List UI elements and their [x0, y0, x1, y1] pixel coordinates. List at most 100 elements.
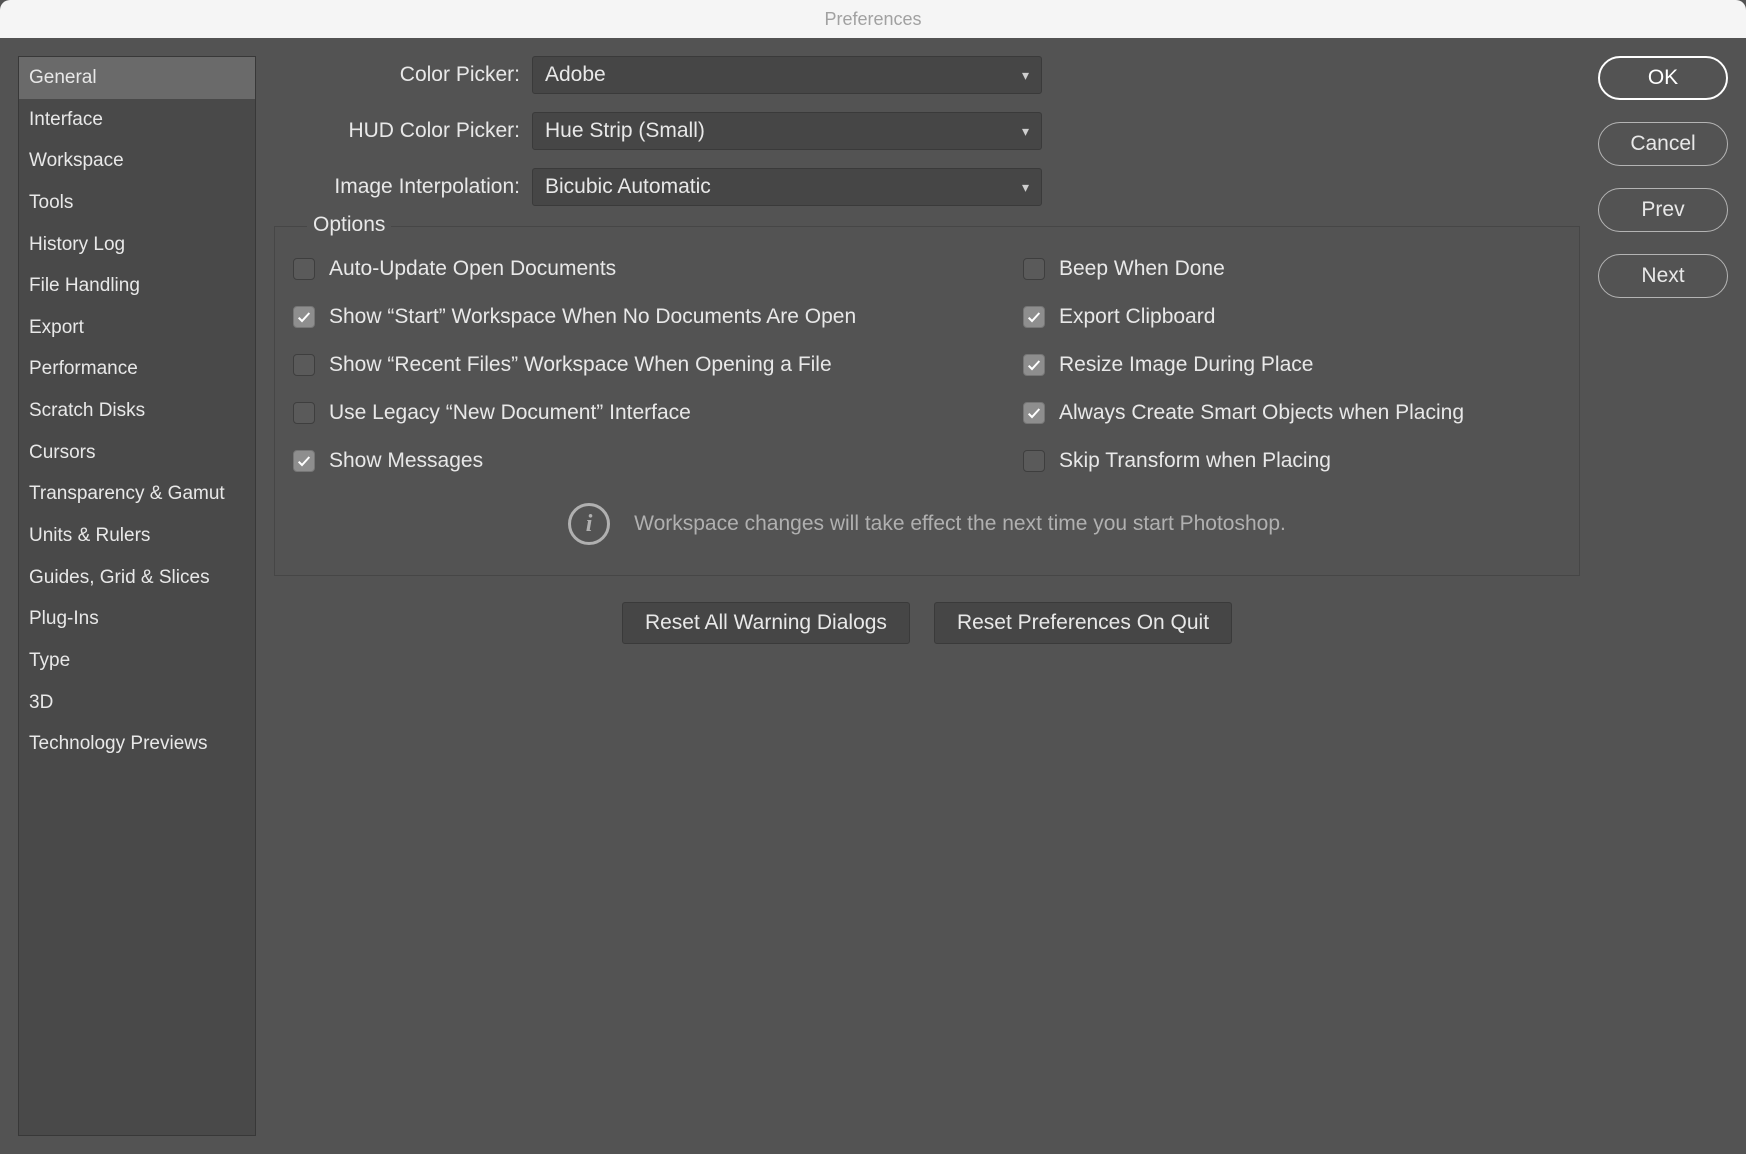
options-column-left: Auto-Update Open Documents Show “Start” W… [293, 257, 993, 473]
checkbox-label: Resize Image During Place [1059, 353, 1313, 377]
sidebar-item-scratch-disks[interactable]: Scratch Disks [19, 390, 255, 432]
window-title: Preferences [824, 9, 921, 30]
main-panel: Color Picker: Adobe ▾ HUD Color Picker: … [274, 56, 1580, 1136]
option-use-legacy-new-document-interface: Use Legacy “New Document” Interface [293, 401, 993, 425]
check-icon [1026, 357, 1042, 373]
hud-color-picker-label: HUD Color Picker: [274, 119, 532, 143]
content-area: General Interface Workspace Tools History Lo… [0, 38, 1746, 1154]
sidebar-item-performance[interactable]: Performance [19, 348, 255, 390]
sidebar-item-file-handling[interactable]: File Handling [19, 265, 255, 307]
checkbox-label: Show Messages [329, 449, 483, 473]
option-show-recent-files-workspace-when-opening-a-file: Show “Recent Files” Workspace When Openi… [293, 353, 993, 377]
check-icon [1026, 309, 1042, 325]
chevron-down-icon: ▾ [1022, 67, 1029, 84]
sidebar-item-export[interactable]: Export [19, 307, 255, 349]
sidebar-item-general[interactable]: General [19, 57, 255, 99]
sidebar-item-workspace[interactable]: Workspace [19, 140, 255, 182]
sidebar-item-label: Interface [29, 109, 103, 130]
option-auto-update-open-documents: Auto-Update Open Documents [293, 257, 993, 281]
checkbox-label: Show “Recent Files” Workspace When Openi… [329, 353, 832, 377]
sidebar-item-label: General [29, 67, 97, 88]
sidebar-item-units-rulers[interactable]: Units & Rulers [19, 515, 255, 557]
hud-color-picker-select[interactable]: Hue Strip (Small) ▾ [532, 112, 1042, 150]
category-sidebar: General Interface Workspace Tools History Lo… [18, 56, 256, 1136]
sidebar-item-label: File Handling [29, 275, 140, 296]
hud-color-picker-row: HUD Color Picker: Hue Strip (Small) ▾ [274, 112, 1580, 150]
check-icon [296, 309, 312, 325]
sidebar-item-label: Technology Previews [29, 733, 207, 754]
options-grid: Auto-Update Open Documents Show “Start” W… [293, 257, 1561, 473]
color-picker-row: Color Picker: Adobe ▾ [274, 56, 1580, 94]
sidebar-item-label: Transparency & Gamut [29, 483, 225, 504]
prev-button[interactable]: Prev [1598, 188, 1728, 232]
info-row: i Workspace changes will take effect the… [293, 503, 1561, 545]
sidebar-item-transparency-gamut[interactable]: Transparency & Gamut [19, 473, 255, 515]
sidebar-item-label: Cursors [29, 442, 96, 463]
checkbox[interactable] [293, 306, 315, 328]
image-interpolation-label: Image Interpolation: [274, 175, 532, 199]
options-fieldset: Options Auto-Update Open DocumentsShow “… [274, 226, 1580, 576]
sidebar-item-3d[interactable]: 3D [19, 682, 255, 724]
option-skip-transform-when-placing: Skip Transform when Placing [1023, 449, 1561, 473]
sidebar-item-technology-previews[interactable]: Technology Previews [19, 723, 255, 765]
checkbox[interactable] [1023, 258, 1045, 280]
info-text: Workspace changes will take effect the n… [634, 512, 1286, 536]
checkbox[interactable] [1023, 402, 1045, 424]
options-column-right: Beep When Done Export Clipboard Resize Ima… [1023, 257, 1561, 473]
image-interpolation-value: Bicubic Automatic [545, 175, 711, 199]
options-legend: Options [307, 213, 391, 237]
option-show-start-workspace-when-no-documents-are-open: Show “Start” Workspace When No Documents… [293, 305, 993, 329]
sidebar-item-label: Guides, Grid & Slices [29, 567, 210, 588]
chevron-down-icon: ▾ [1022, 179, 1029, 196]
sidebar-item-guides-grid-slices[interactable]: Guides, Grid & Slices [19, 557, 255, 599]
sidebar-item-label: Type [29, 650, 70, 671]
sidebar-item-label: Performance [29, 358, 138, 379]
checkbox-label: Always Create Smart Objects when Placing [1059, 401, 1464, 425]
sidebar-item-interface[interactable]: Interface [19, 99, 255, 141]
image-interpolation-select[interactable]: Bicubic Automatic ▾ [532, 168, 1042, 206]
option-always-create-smart-objects-when-placing: Always Create Smart Objects when Placing [1023, 401, 1561, 425]
checkbox[interactable] [293, 258, 315, 280]
reset-row: Reset All Warning Dialogs Reset Preferen… [274, 602, 1580, 644]
checkbox-label: Auto-Update Open Documents [329, 257, 616, 281]
sidebar-item-label: Units & Rulers [29, 525, 150, 546]
sidebar-item-cursors[interactable]: Cursors [19, 432, 255, 474]
option-resize-image-during-place: Resize Image During Place [1023, 353, 1561, 377]
sidebar-item-label: Plug-Ins [29, 608, 99, 629]
chevron-down-icon: ▾ [1022, 123, 1029, 140]
sidebar-item-type[interactable]: Type [19, 640, 255, 682]
checkbox-label: Show “Start” Workspace When No Documents… [329, 305, 856, 329]
sidebar-item-label: Export [29, 317, 84, 338]
reset-warnings-button[interactable]: Reset All Warning Dialogs [622, 602, 910, 644]
checkbox[interactable] [293, 450, 315, 472]
check-icon [1026, 405, 1042, 421]
ok-button[interactable]: OK [1598, 56, 1728, 100]
image-interpolation-row: Image Interpolation: Bicubic Automatic ▾ [274, 168, 1580, 206]
reset-on-quit-button[interactable]: Reset Preferences On Quit [934, 602, 1232, 644]
sidebar-item-label: History Log [29, 234, 125, 255]
checkbox[interactable] [1023, 354, 1045, 376]
info-icon: i [568, 503, 610, 545]
color-picker-select[interactable]: Adobe ▾ [532, 56, 1042, 94]
color-picker-value: Adobe [545, 63, 606, 87]
checkbox-label: Beep When Done [1059, 257, 1225, 281]
sidebar-item-label: Tools [29, 192, 73, 213]
sidebar-item-plug-ins[interactable]: Plug-Ins [19, 598, 255, 640]
sidebar-item-history-log[interactable]: History Log [19, 224, 255, 266]
sidebar-item-label: Scratch Disks [29, 400, 145, 421]
checkbox[interactable] [1023, 306, 1045, 328]
window-titlebar: Preferences [0, 0, 1746, 38]
checkbox-label: Use Legacy “New Document” Interface [329, 401, 691, 425]
checkbox[interactable] [293, 354, 315, 376]
next-button[interactable]: Next [1598, 254, 1728, 298]
hud-color-picker-value: Hue Strip (Small) [545, 119, 705, 143]
option-beep-when-done: Beep When Done [1023, 257, 1561, 281]
check-icon [296, 453, 312, 469]
sidebar-item-label: 3D [29, 692, 53, 713]
option-export-clipboard: Export Clipboard [1023, 305, 1561, 329]
checkbox[interactable] [293, 402, 315, 424]
action-button-column: OK Cancel Prev Next [1598, 56, 1728, 1136]
checkbox[interactable] [1023, 450, 1045, 472]
cancel-button[interactable]: Cancel [1598, 122, 1728, 166]
sidebar-item-tools[interactable]: Tools [19, 182, 255, 224]
